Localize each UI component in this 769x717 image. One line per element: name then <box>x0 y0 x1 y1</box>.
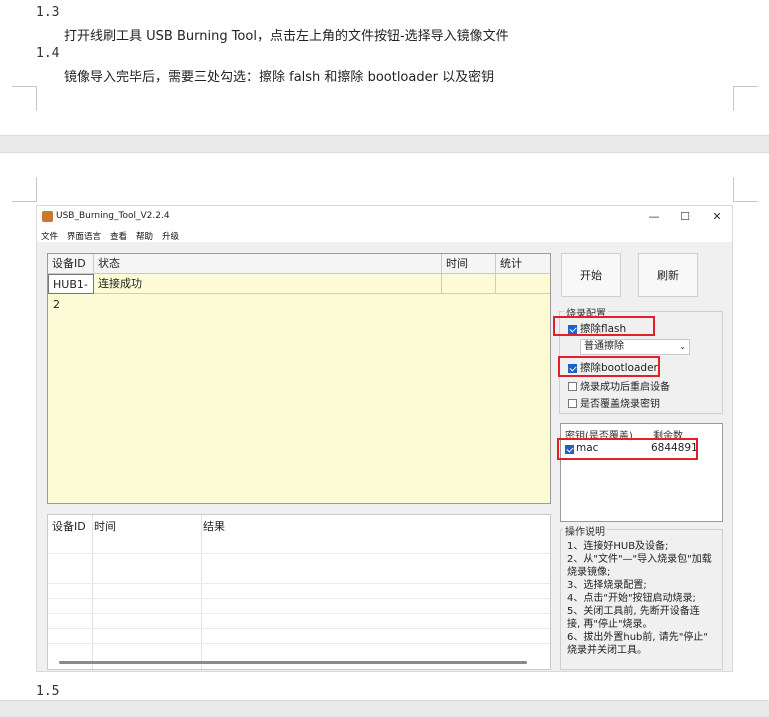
instruction-line: 5、关闭工具前, 先断开设备连 <box>567 606 700 617</box>
chevron-down-icon: ⌄ <box>679 342 686 351</box>
window-title: USB_Burning_Tool_V2.2.4 <box>56 211 170 221</box>
margin-mark <box>12 177 37 202</box>
menu-bar: 文件 界面语言 查看 帮助 升级 <box>37 228 732 242</box>
overwrite-key-checkbox[interactable] <box>568 399 577 408</box>
column-header: 时间 <box>94 520 116 533</box>
minimize-icon[interactable]: — <box>645 209 663 225</box>
log-table: 设备ID 时间 结果 <box>47 514 551 670</box>
row-divider <box>48 598 550 599</box>
group-label: 操作说明 <box>563 523 607 538</box>
column-header: 结果 <box>203 520 225 533</box>
section-number: 1.5 <box>36 684 60 699</box>
app-icon <box>42 211 53 222</box>
menu-help[interactable]: 帮助 <box>136 230 153 242</box>
instructions-text: 1、连接好HUB及设备; 2、从"文件"—"导入烧录包"加载 烧录镜像; 3、选… <box>567 540 723 657</box>
device-id-cell[interactable]: HUB1-2 <box>48 274 94 311</box>
instruction-line: 6、拔出外置hub前, 请先"停止" <box>567 632 708 643</box>
row-divider <box>48 643 550 644</box>
page-gap <box>0 700 769 717</box>
row-divider <box>48 613 550 614</box>
device-table: 设备ID 状态 时间 统计 HUB1-2 连接成功 <box>47 253 551 504</box>
menu-language[interactable]: 界面语言 <box>67 230 101 242</box>
horizontal-scrollbar[interactable] <box>59 661 527 664</box>
row-divider <box>48 553 550 554</box>
menu-view[interactable]: 查看 <box>110 230 127 242</box>
highlight-box <box>553 316 655 336</box>
row-divider <box>48 628 550 629</box>
highlight-box <box>557 438 698 460</box>
menu-file[interactable]: 文件 <box>41 230 58 242</box>
refresh-button[interactable]: 刷新 <box>638 253 698 297</box>
page-gap <box>0 135 769 153</box>
device-time-cell[interactable] <box>442 274 496 294</box>
maximize-icon[interactable]: ☐ <box>676 209 694 225</box>
column-header: 设备ID <box>52 520 86 533</box>
instruction-line: 接, 再"停止"烧录。 <box>567 619 653 630</box>
instruction-line: 2、从"文件"—"导入烧录包"加载 <box>567 554 712 565</box>
column-header[interactable]: 设备ID <box>48 254 94 274</box>
section-number: 1.4 <box>36 46 60 61</box>
row-divider <box>48 583 550 584</box>
document-page: 1.3 打开线刷工具 USB Burning Tool，点击左上角的文件按钮-选… <box>0 0 769 135</box>
app-window: USB_Burning_Tool_V2.2.4 — ☐ ✕ 文件 界面语言 查看… <box>36 205 733 672</box>
instruction-line: 1、连接好HUB及设备; <box>567 541 669 552</box>
column-divider <box>201 515 202 669</box>
instruction-line: 3、选择烧录配置; <box>567 580 647 591</box>
margin-mark <box>733 86 758 111</box>
erase-mode-select[interactable]: 普通擦除 ⌄ <box>580 339 690 355</box>
title-bar: USB_Burning_Tool_V2.2.4 — ☐ ✕ <box>37 206 732 228</box>
close-icon[interactable]: ✕ <box>708 209 726 225</box>
start-button[interactable]: 开始 <box>561 253 621 297</box>
erase-mode-value: 普通擦除 <box>584 341 624 352</box>
column-divider <box>92 515 93 669</box>
device-status-cell[interactable]: 连接成功 <box>94 274 442 294</box>
instruction-line: 4、点击"开始"按钮启动烧录; <box>567 593 696 604</box>
reboot-after-checkbox[interactable] <box>568 382 577 391</box>
margin-mark <box>733 177 758 202</box>
column-header[interactable]: 统计 <box>496 254 550 274</box>
instructions-group: 操作说明 1、连接好HUB及设备; 2、从"文件"—"导入烧录包"加载 烧录镜像… <box>560 523 723 670</box>
column-header[interactable]: 时间 <box>442 254 496 274</box>
instruction-line: 烧录镜像; <box>567 567 611 578</box>
paragraph-text: 打开线刷工具 USB Burning Tool，点击左上角的文件按钮-选择导入镜… <box>64 29 509 44</box>
menu-upgrade[interactable]: 升级 <box>162 230 179 242</box>
instruction-line: 烧录并关闭工具。 <box>567 645 647 656</box>
device-count-cell[interactable] <box>496 274 550 294</box>
margin-mark <box>12 86 37 111</box>
reboot-after-label[interactable]: 烧录成功后重启设备 <box>580 378 670 393</box>
paragraph-text: 镜像导入完毕后，需要三处勾选：擦除 falsh 和擦除 bootloader 以… <box>64 70 495 85</box>
column-header[interactable]: 状态 <box>94 254 442 274</box>
overwrite-key-label[interactable]: 是否覆盖烧录密钥 <box>580 395 660 410</box>
highlight-box <box>558 356 660 377</box>
section-number: 1.3 <box>36 5 60 20</box>
